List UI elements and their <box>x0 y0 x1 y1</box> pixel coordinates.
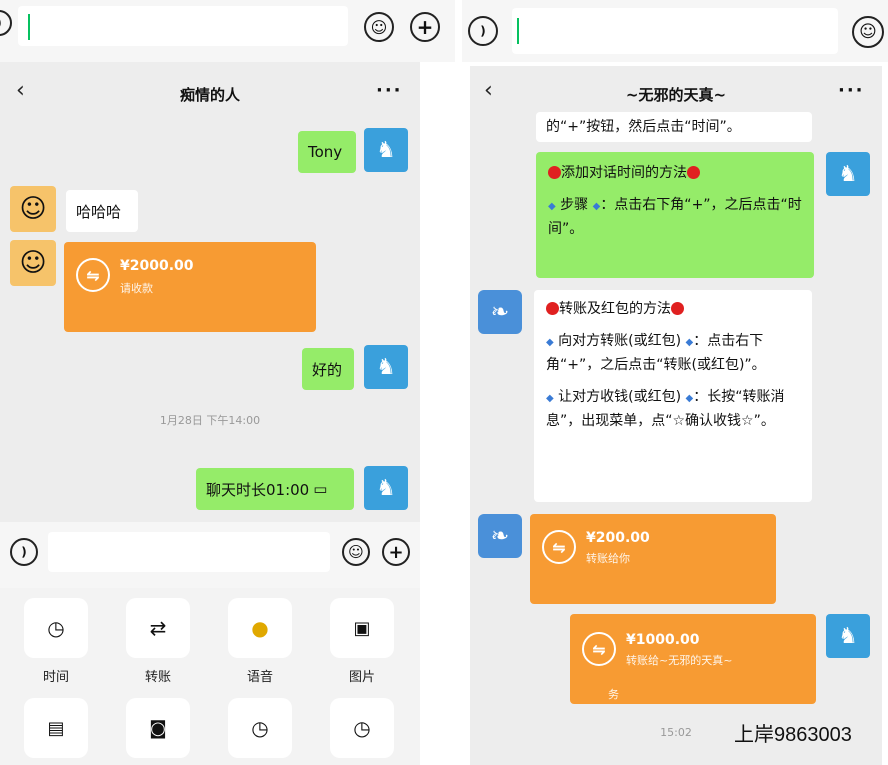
panel-camera-button[interactable]: ◙ <box>126 698 190 758</box>
right-top-text-input[interactable] <box>512 8 838 54</box>
white-title: 转账及红包的方法 <box>559 301 671 317</box>
user-avatar[interactable]: ♞ <box>826 614 870 658</box>
right-page-title: ~无邪的天真~ <box>625 86 727 104</box>
fish-avatar[interactable]: ❧ <box>478 514 522 558</box>
left-back-icon[interactable]: ‹ <box>16 78 25 103</box>
diamond-icon: ◆ <box>548 201 556 212</box>
right-top-caret <box>517 18 519 44</box>
user-avatar[interactable]: ♞ <box>826 152 870 196</box>
msg-text: 哈哈哈 <box>76 203 122 221</box>
transfer-subtitle: 请收款 <box>120 282 153 295</box>
left-timestamp: 1月28日 下午14:00 <box>159 414 261 427</box>
red-dot-icon <box>687 166 700 179</box>
left-top-text-input[interactable] <box>18 6 348 46</box>
transfer-subtitle: 转账给~无邪的天真~ <box>626 654 733 667</box>
transfer-icon: ⇋ <box>76 258 110 292</box>
msg-text: Tony <box>308 143 343 161</box>
red-packet-icon: ▤ <box>47 717 65 739</box>
transfer-icon: ⇋ <box>542 530 576 564</box>
left-top-caret <box>28 14 30 40</box>
left-msg-call-duration[interactable]: 聊天时长01:00 ▭ <box>196 468 354 510</box>
left-top-plus-icon[interactable]: + <box>410 12 440 42</box>
msg-text: 的“+”按钮，然后点击“时间”。 <box>546 119 741 135</box>
right-msg-green-howto[interactable]: 添加对话时间的方法 ◆ 步骤 ◆：点击右下角“+”，之后点击“时间”。 <box>536 152 814 278</box>
transfer-amount: ¥2000.00 <box>120 258 194 274</box>
panel-label: 语音 <box>246 670 273 685</box>
boy-avatar[interactable]: ☺ <box>10 186 56 232</box>
right-timestamp: 15:02 <box>660 726 692 739</box>
transfer-icon: ⇋ <box>582 632 616 666</box>
panel-label: 转账 <box>144 670 171 685</box>
left-msg-tony[interactable]: Tony <box>298 131 356 173</box>
left-voice-icon[interactable]: ) <box>10 538 38 566</box>
msg-text: 聊天时长01:00 <box>206 480 310 499</box>
right-back-icon[interactable]: ‹ <box>484 78 493 103</box>
user-avatar[interactable]: ♞ <box>364 466 408 510</box>
left-msg-ok[interactable]: 好的 <box>302 348 354 390</box>
right-transfer-card-1[interactable]: ⇋ ¥200.00 转账给你 <box>530 514 776 604</box>
panel-transfer-button[interactable]: ⇄ <box>126 598 190 658</box>
boy-avatar[interactable]: ☺ <box>10 240 56 286</box>
user-avatar[interactable]: ♞ <box>364 345 408 389</box>
right-top-emoji-icon[interactable]: ☺ <box>852 16 884 48</box>
transfer-icon: ⇄ <box>149 616 167 640</box>
transfer-footer: 务 <box>608 688 619 701</box>
panel-label: 图片 <box>348 670 375 685</box>
microphone-icon: ● <box>251 616 269 640</box>
diamond-icon: ◆ <box>546 337 554 348</box>
right-more-icon[interactable]: ··· <box>838 80 865 101</box>
left-plus-icon[interactable]: + <box>382 538 410 566</box>
panel-voice-button[interactable]: ● <box>228 598 292 658</box>
clock-icon: ◷ <box>47 616 65 640</box>
panel-time-button[interactable]: ◷ <box>24 598 88 658</box>
right-msg-white-howto[interactable]: 转账及红包的方法 ◆ 向对方转账(或红包) ◆：点击右下角“+”，之后点击“转账… <box>534 290 812 502</box>
right-top-voice-icon[interactable]: ) <box>468 16 498 46</box>
left-page-title: 痴情的人 <box>179 86 240 104</box>
left-more-icon[interactable]: ··· <box>376 80 403 101</box>
panel-image-button[interactable]: ▣ <box>330 598 394 658</box>
panel-red-packet-button[interactable]: ▤ <box>24 698 88 758</box>
clock-icon: ◷ <box>353 716 371 740</box>
red-dot-icon <box>548 166 561 179</box>
green-title: 添加对话时间的方法 <box>561 165 687 181</box>
watermark-text: 上岸9863003 <box>734 724 852 746</box>
right-msg-cut-off[interactable]: 的“+”按钮，然后点击“时间”。 <box>536 112 812 142</box>
left-message-input[interactable] <box>48 532 330 572</box>
transfer-amount: ¥1000.00 <box>626 632 700 648</box>
left-transfer-card[interactable]: ⇋ ¥2000.00 请收款 <box>64 242 316 332</box>
red-dot-icon <box>546 302 559 315</box>
call-icon: ▭ <box>313 480 328 498</box>
camera-icon: ◙ <box>149 717 167 739</box>
left-msg-hahaha[interactable]: 哈哈哈 <box>66 190 138 232</box>
image-icon: ▣ <box>353 617 371 639</box>
panel-label: 时间 <box>42 670 69 685</box>
clock-icon: ◷ <box>251 716 269 740</box>
white-item2-label: 让对方收钱(或红包) <box>558 389 682 405</box>
white-item1-label: 向对方转账(或红包) <box>558 333 682 349</box>
green-step-label: 步骤 <box>560 197 589 213</box>
left-top-emoji-icon[interactable]: ☺ <box>364 12 394 42</box>
transfer-amount: ¥200.00 <box>586 530 650 546</box>
fish-avatar[interactable]: ❧ <box>478 290 522 334</box>
left-emoji-icon[interactable]: ☺ <box>342 538 370 566</box>
transfer-subtitle: 转账给你 <box>586 552 630 565</box>
panel-clock-button-3[interactable]: ◷ <box>330 698 394 758</box>
panel-clock-button-2[interactable]: ◷ <box>228 698 292 758</box>
diamond-icon: ◆ <box>546 393 554 404</box>
msg-text: 好的 <box>312 360 343 379</box>
user-avatar[interactable]: ♞ <box>364 128 408 172</box>
right-transfer-card-2[interactable]: ⇋ ¥1000.00 转账给~无邪的天真~ 务 <box>570 614 816 704</box>
red-dot-icon <box>671 302 684 315</box>
